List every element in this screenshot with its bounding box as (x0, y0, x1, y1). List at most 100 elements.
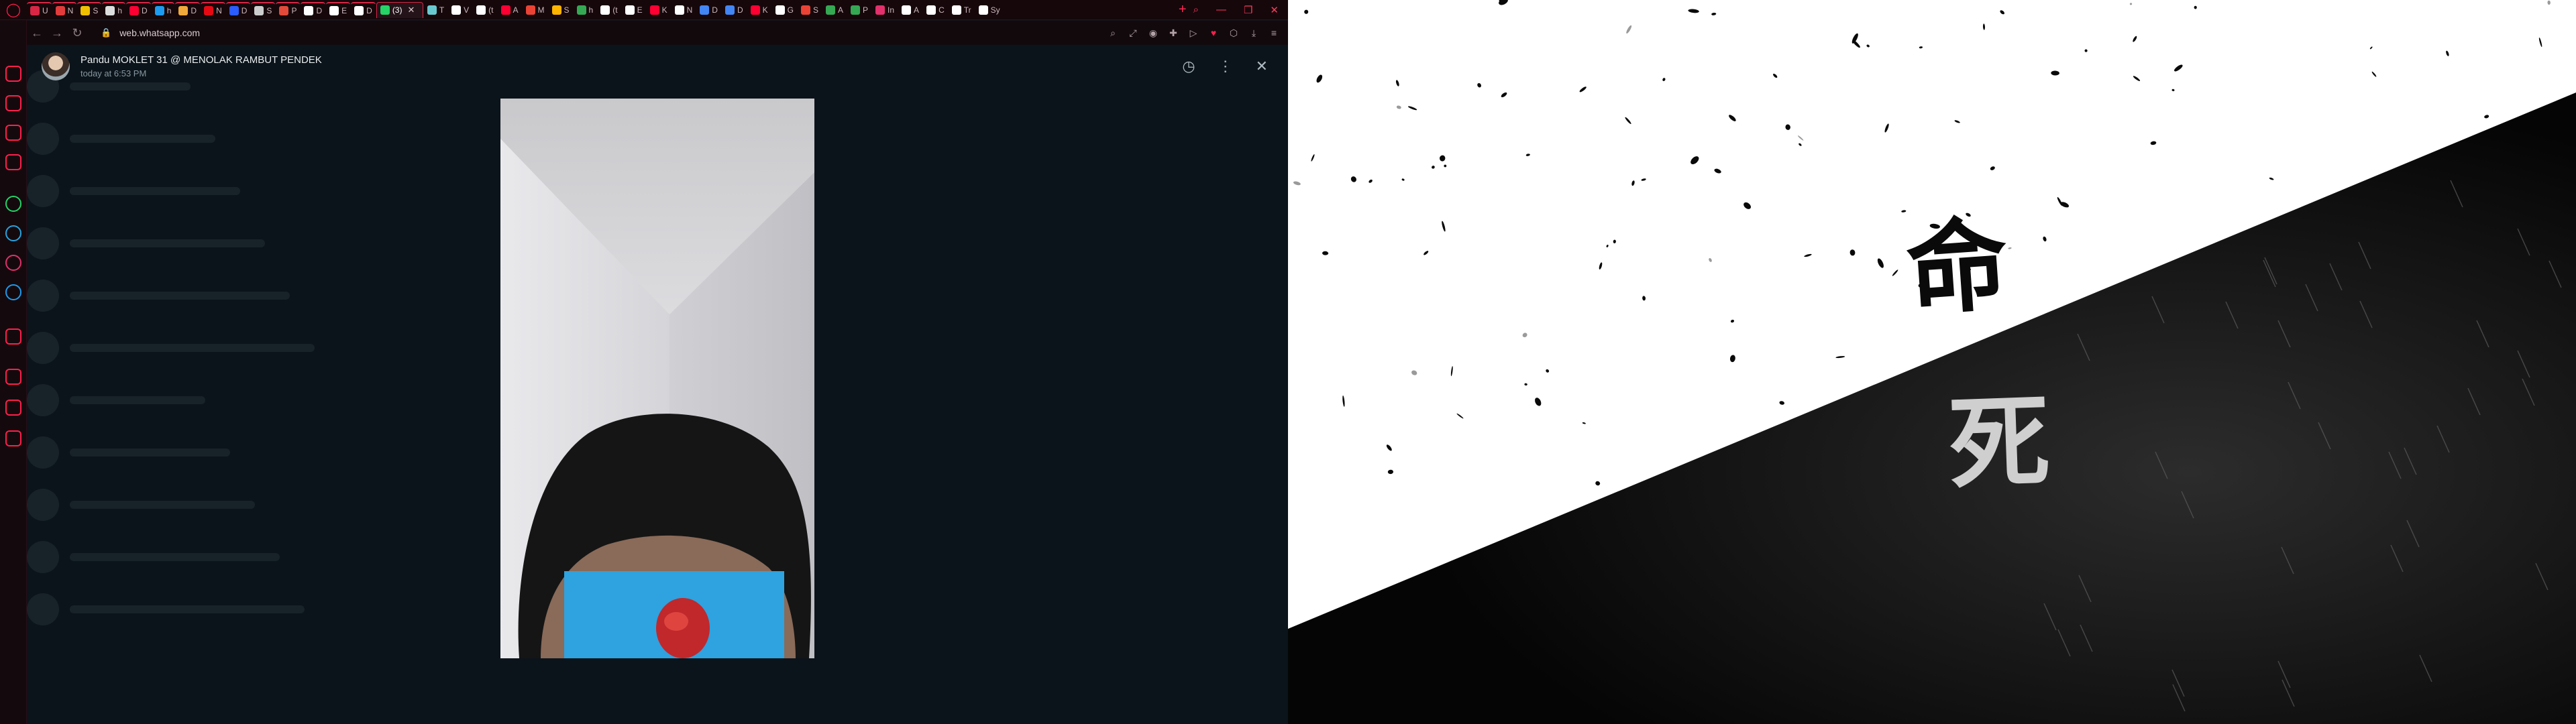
browser-tab[interactable]: D (126, 1, 151, 18)
new-tab-button[interactable]: + (1172, 2, 1193, 17)
list-item (27, 426, 402, 479)
browser-tab[interactable]: D (722, 2, 747, 18)
browser-tab[interactable]: E (622, 2, 646, 18)
browser-tab[interactable]: Tr (949, 2, 975, 18)
list-item (27, 269, 402, 322)
browser-tab[interactable]: D (225, 1, 251, 18)
close-viewer-icon[interactable]: ✕ (1256, 58, 1268, 75)
restore-button[interactable]: ❐ (1244, 4, 1252, 16)
browser-tab[interactable]: K (747, 2, 771, 18)
browser-tab[interactable]: U (27, 1, 52, 18)
browser-tab[interactable]: S (251, 1, 276, 18)
tab-label: G (787, 5, 794, 15)
tab-favicon-icon (204, 5, 214, 15)
shared-photo (500, 99, 814, 658)
browser-tab[interactable]: A (898, 2, 922, 18)
messenger-icon[interactable] (5, 66, 21, 82)
browser-tab[interactable]: D (175, 1, 201, 18)
tab-favicon-icon (625, 5, 635, 15)
browser-tab[interactable]: S (549, 2, 573, 18)
toolbar-3-icon[interactable]: ✚ (1167, 27, 1179, 39)
browser-tab[interactable]: P (847, 2, 871, 18)
browser-tab[interactable]: E (326, 1, 351, 18)
instagram-icon[interactable] (5, 255, 21, 271)
active-tab-whatsapp[interactable]: (3) ✕ (376, 1, 423, 18)
speed-dial-icon[interactable] (5, 95, 21, 111)
browser-tab[interactable]: A (822, 2, 847, 18)
browser-tab[interactable]: D (696, 2, 721, 18)
tab-favicon-icon (129, 5, 140, 15)
tab-favicon-icon (902, 5, 912, 15)
tab-favicon-icon (525, 5, 535, 15)
more-options-icon[interactable]: ⋮ (1218, 58, 1233, 75)
tab-favicon-icon (674, 5, 684, 15)
minimize-button[interactable]: — (1216, 4, 1226, 15)
tab-label: h (166, 5, 172, 15)
tab-favicon-icon (304, 5, 314, 15)
list-item (27, 531, 402, 583)
browser-tab[interactable]: A (498, 2, 522, 18)
twitter-icon[interactable] (5, 284, 21, 300)
browser-tab[interactable]: C (923, 2, 948, 18)
browser-tab[interactable]: P (276, 1, 301, 18)
browser-tab[interactable]: S (77, 1, 102, 18)
close-tab-icon[interactable]: ✕ (407, 5, 415, 15)
toolbar-8-icon[interactable]: ≡ (1268, 27, 1280, 38)
browser-tab[interactable]: K (647, 2, 671, 18)
browser-tab[interactable]: M (523, 2, 548, 18)
history-icon[interactable] (5, 369, 21, 385)
toolbar-1-icon[interactable]: ⤢ (1127, 27, 1139, 39)
toolbar-0-icon[interactable]: ⌕ (1107, 27, 1119, 39)
avatar[interactable] (42, 52, 70, 80)
react-emoji-icon[interactable]: ◷ (1182, 58, 1195, 75)
desktop: ◯ U N Sh Dh D N D S P D E D (3) ✕ T V (t A M Sh (t E K N D D K G S A P… (0, 0, 2576, 724)
browser-tab[interactable]: V (448, 2, 472, 18)
browser-tab[interactable]: (t (597, 2, 621, 18)
browser-tab[interactable]: Sy (975, 2, 1004, 18)
tab-favicon-icon (476, 5, 486, 15)
settings-icon[interactable] (5, 430, 21, 446)
browser-tab[interactable]: h (151, 1, 175, 18)
extensions-icon[interactable] (5, 400, 21, 416)
toolbar-4-icon[interactable]: ▷ (1187, 27, 1199, 39)
browser-tab[interactable]: In (872, 2, 898, 18)
toolbar-5-icon[interactable]: ♥ (1208, 27, 1220, 38)
wallpaper-art (1288, 0, 2576, 724)
browser-tab[interactable]: T (424, 2, 447, 18)
shopping-icon[interactable] (5, 125, 21, 141)
browser-tab[interactable]: D (351, 1, 376, 18)
tab-favicon-icon (279, 5, 289, 15)
tab-favicon-icon (229, 5, 239, 15)
tab-label: P (291, 5, 297, 15)
tab-search-icon[interactable]: ⌕ (1193, 4, 1199, 15)
twitch-icon[interactable] (5, 154, 21, 170)
reload-button[interactable]: ↻ (67, 26, 87, 40)
close-window-button[interactable]: ✕ (1270, 4, 1279, 16)
browser-tab[interactable]: S (798, 2, 822, 18)
lock-icon[interactable]: 🔒 (101, 27, 111, 38)
tab-label: (t (612, 5, 618, 15)
browser-tab[interactable]: G (772, 2, 797, 18)
browser-tab[interactable]: h (574, 2, 597, 18)
tab-label: D (142, 5, 148, 15)
url-field[interactable]: web.whatsapp.com (119, 27, 200, 38)
tab-favicon-icon (551, 5, 561, 15)
telegram-icon[interactable] (5, 225, 21, 241)
toolbar-6-icon[interactable]: ⬡ (1228, 27, 1240, 39)
browser-tab[interactable]: h (102, 1, 126, 18)
browser-tab[interactable]: N (52, 1, 77, 18)
browser-tab[interactable]: N (672, 2, 696, 18)
whatsapp-icon[interactable] (5, 196, 21, 212)
tab-label: S (564, 5, 570, 15)
back-button[interactable]: ← (27, 26, 47, 40)
player-icon[interactable] (5, 328, 21, 345)
browser-tab[interactable]: N (201, 1, 225, 18)
toolbar-2-icon[interactable]: ◉ (1147, 27, 1159, 39)
opera-gx-logo-icon[interactable]: ◯ (0, 0, 27, 20)
tab-favicon-icon (826, 5, 835, 15)
browser-tab[interactable]: D (301, 1, 326, 18)
tab-label: N (67, 5, 74, 15)
forward-button[interactable]: → (47, 26, 67, 40)
browser-tab[interactable]: (t (473, 2, 496, 18)
toolbar-7-icon[interactable]: ⤓ (1248, 27, 1260, 39)
